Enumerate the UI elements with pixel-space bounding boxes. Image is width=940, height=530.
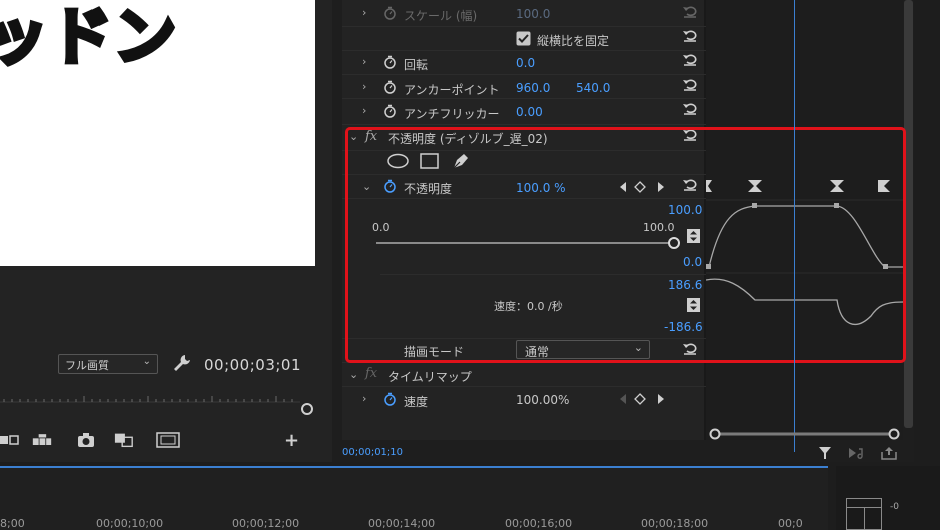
expand-scale-width[interactable]: › [362, 6, 366, 19]
reset-icon[interactable] [682, 4, 698, 18]
time-remap-label: タイムリマップ [388, 370, 472, 384]
anchor-point-y[interactable]: 540.0 [576, 81, 610, 95]
chevron-down-icon: ⌄ [142, 356, 151, 367]
antiflicker-value[interactable]: 0.00 [516, 105, 543, 119]
playback-resolution-value: フル画質 [65, 359, 109, 372]
timeline-ruler-label: 8;00 [0, 517, 25, 530]
reset-icon[interactable] [682, 28, 698, 42]
timeline-zoom-scrollbar[interactable] [706, 428, 903, 440]
expand-anchor-point[interactable]: › [362, 80, 366, 93]
speed-label: 速度 [404, 395, 429, 409]
timeline-focus-border [0, 466, 828, 468]
timeline-ruler-label: 00;00;18;00 [641, 517, 709, 530]
rotation-label: 回転 [404, 58, 429, 72]
audio-meter-panel: -0 [836, 466, 940, 530]
export-icon[interactable] [880, 446, 898, 460]
add-button[interactable]: + [284, 430, 299, 451]
timeline-ruler-label: 00;0 [778, 517, 803, 530]
row-separator [342, 50, 706, 51]
premiere-workspace: ッドン フル画質 ⌄ 00;00;03;01 + › スケール (幅) 100.… [0, 0, 940, 530]
effect-playhead-line[interactable] [794, 0, 795, 452]
uniform-scale-checkbox[interactable] [516, 31, 531, 46]
timeline-ruler-label: 00;00;16;00 [505, 517, 573, 530]
scale-width-label: スケール (幅) [404, 9, 478, 23]
anchor-point-x[interactable]: 960.0 [516, 81, 550, 95]
collapse-time-remap-section[interactable]: ⌄ [349, 368, 358, 381]
meter-scale-label: -0 [890, 502, 899, 512]
meter-divider [864, 507, 865, 530]
program-canvas: ッドン [0, 0, 315, 266]
expand-rotation[interactable]: › [362, 55, 366, 68]
safe-margins-icon[interactable] [156, 432, 180, 448]
comparison-view-icon[interactable] [114, 432, 134, 448]
program-monitor: ッドン フル画質 ⌄ 00;00;03;01 + [0, 0, 332, 462]
speed-value[interactable]: 100.00% [516, 393, 569, 407]
expand-speed[interactable]: › [362, 392, 366, 405]
timeline-ruler-label: 00;00;14;00 [368, 517, 436, 530]
monitor-timecode[interactable]: 00;00;03;01 [204, 356, 301, 374]
playback-resolution-select[interactable]: フル画質 ⌄ [58, 354, 158, 374]
effect-controls-timecode[interactable]: 00;00;01;10 [342, 447, 403, 458]
reset-icon[interactable] [682, 101, 698, 115]
monitor-time-ruler[interactable] [0, 392, 312, 412]
play-audio-only-icon[interactable] [848, 446, 866, 460]
timeline-ruler-label: 00;00;10;00 [96, 517, 164, 530]
expand-antiflicker[interactable]: › [362, 104, 366, 117]
speed-keyframe-navigator[interactable] [618, 393, 666, 405]
row-separator [342, 124, 706, 125]
stopwatch-icon[interactable] [383, 104, 397, 118]
wrench-icon[interactable] [172, 353, 192, 373]
timeline-ruler-label: 00;00;12;00 [232, 517, 300, 530]
fx-icon[interactable]: fx [365, 366, 377, 381]
stopwatch-icon[interactable] [383, 6, 397, 20]
row-separator [342, 74, 706, 75]
audio-meter-frame [846, 498, 882, 530]
stopwatch-icon[interactable] [383, 55, 397, 69]
stopwatch-icon[interactable] [383, 80, 397, 94]
row-separator [342, 26, 706, 27]
overwrite-icon[interactable] [32, 432, 52, 448]
stopwatch-active-icon[interactable] [383, 392, 397, 406]
rotation-value[interactable]: 0.0 [516, 56, 535, 70]
reset-icon[interactable] [682, 77, 698, 91]
monitor-playhead-handle[interactable] [301, 403, 313, 415]
insert-icon[interactable] [0, 432, 20, 448]
canvas-title-text: ッドン [0, 0, 179, 76]
row-separator [342, 98, 706, 99]
scale-width-value[interactable]: 100.0 [516, 7, 550, 21]
antiflicker-label: アンチフリッカー [404, 107, 500, 121]
anchor-point-label: アンカーポイント [404, 83, 500, 97]
uniform-scale-label: 縦横比を固定 [537, 34, 610, 48]
row-separator [342, 386, 706, 387]
reset-icon[interactable] [682, 52, 698, 66]
camera-icon[interactable] [76, 432, 96, 448]
filter-icon[interactable] [818, 446, 832, 460]
highlight-annotation-box [345, 127, 906, 363]
